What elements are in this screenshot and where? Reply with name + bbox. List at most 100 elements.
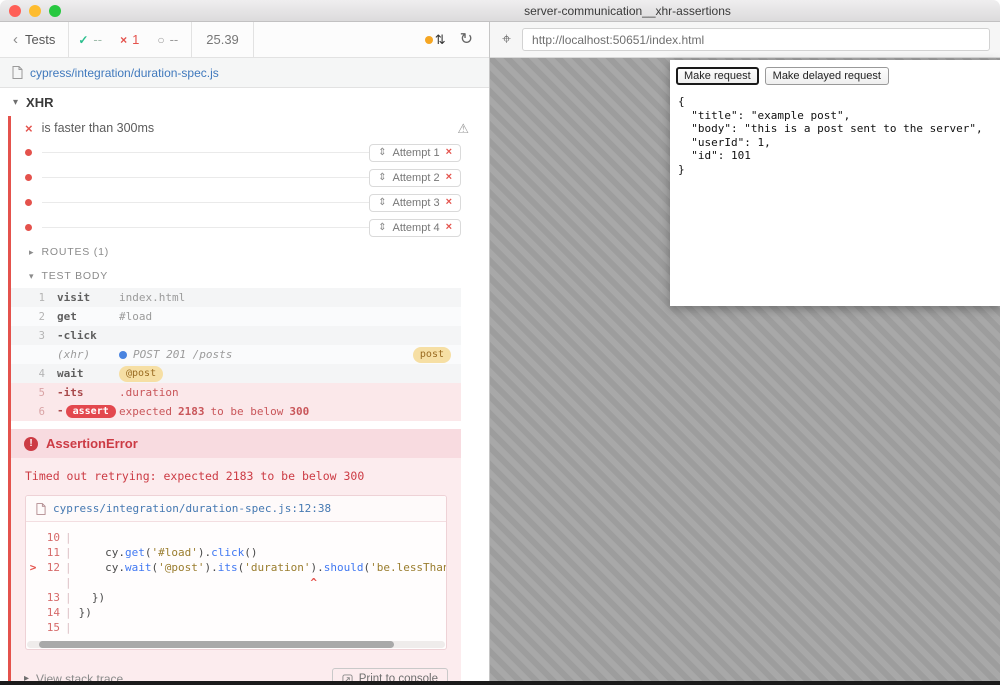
- command-assert[interactable]: 6 -assert expected 2183 to be below 300: [11, 402, 461, 421]
- attempt-row: ⇕ Attempt 3 ×: [11, 190, 461, 215]
- command-click[interactable]: 3 -click: [11, 326, 461, 345]
- view-stack-trace-toggle[interactable]: ▸ View stack trace: [24, 672, 123, 681]
- reporter-panel: ‹ Tests ✓ -- × 1 ○ -- 25.39: [0, 22, 490, 681]
- command-method: wait: [57, 367, 119, 380]
- assert-badge: assert: [66, 405, 116, 418]
- print-label: Print to console: [359, 673, 438, 681]
- command-method: (xhr): [57, 348, 119, 361]
- divider: [42, 152, 369, 153]
- command-number: 3: [11, 330, 57, 342]
- code-frame-header: cypress/integration/duration-spec.js:12:…: [26, 496, 446, 522]
- crosshair-icon: ⌖: [502, 31, 511, 48]
- file-icon: [36, 503, 46, 515]
- chevron-left-icon: ‹: [13, 32, 18, 47]
- command-method: get: [57, 310, 119, 323]
- command-its[interactable]: 5 -its .duration: [11, 383, 461, 402]
- collapse-icon: ⇕: [378, 223, 386, 233]
- warning-icon: ⚠: [457, 122, 469, 135]
- divider: [42, 202, 369, 203]
- spec-header: cypress/integration/duration-spec.js: [0, 58, 489, 88]
- failed-attempt-dot-icon: [25, 199, 32, 206]
- passed-count: --: [93, 32, 102, 47]
- attempt-1-toggle[interactable]: ⇕ Attempt 1 ×: [369, 144, 461, 162]
- make-delayed-request-button[interactable]: Make delayed request: [765, 67, 889, 85]
- command-wait[interactable]: 4 wait @post: [11, 364, 461, 383]
- routes-toggle[interactable]: ▸ ROUTES (1): [11, 240, 489, 264]
- collapse-icon: ⇕: [378, 198, 386, 208]
- selector-playground-button[interactable]: ⌖: [500, 32, 513, 48]
- failed-attempt-dot-icon: [25, 224, 32, 231]
- command-message: .duration: [119, 386, 179, 399]
- minimize-window-button[interactable]: [29, 5, 41, 17]
- attempt-4-toggle[interactable]: ⇕ Attempt 4 ×: [369, 219, 461, 237]
- up-down-arrows-icon: ⇅: [435, 33, 446, 46]
- attempt-3-toggle[interactable]: ⇕ Attempt 3 ×: [369, 194, 461, 212]
- suite-xhr-header[interactable]: ▾ XHR: [8, 88, 489, 116]
- url-input[interactable]: [522, 28, 990, 51]
- traffic-lights: [9, 5, 61, 17]
- stat-failed: × 1: [111, 32, 148, 47]
- command-xhr[interactable]: (xhr) POST 201 /posts post: [11, 345, 461, 364]
- caret-right-icon: ▸: [29, 248, 34, 257]
- attempt-row: ⇕ Attempt 1 ×: [11, 140, 461, 165]
- command-method: -its: [57, 386, 119, 399]
- test-title-row[interactable]: × is faster than 300ms ⚠: [11, 116, 489, 140]
- command-number: 2: [11, 311, 57, 323]
- command-visit[interactable]: 1 visit index.html: [11, 288, 461, 307]
- command-method: -click: [57, 329, 119, 342]
- app-under-test: Make request Make delayed request { "tit…: [670, 60, 1000, 306]
- pending-count: --: [170, 32, 179, 47]
- attempt-2-toggle[interactable]: ⇕ Attempt 2 ×: [369, 169, 461, 187]
- command-message: #load: [119, 310, 152, 323]
- app-window: server-communication__xhr-assertions ‹ T…: [0, 0, 1000, 685]
- divider: [42, 227, 369, 228]
- back-to-tests-button[interactable]: ‹ Tests: [0, 22, 68, 57]
- aut-panel: ⌖ Make request Make delayed request { "t…: [490, 22, 1000, 681]
- restart-tests-button[interactable]: ↻: [460, 32, 473, 48]
- spec-file-link[interactable]: cypress/integration/duration-spec.js: [30, 66, 219, 80]
- error-message: Timed out retrying: expected 2183 to be …: [11, 458, 461, 485]
- attempt-label: Attempt 3: [392, 197, 439, 209]
- aut-viewport-area: Make request Make delayed request { "tit…: [490, 58, 1000, 681]
- command-message: index.html: [119, 291, 185, 304]
- zoom-window-button[interactable]: [49, 5, 61, 17]
- fail-x-icon: ×: [25, 122, 33, 135]
- code-frame: cypress/integration/duration-spec.js:12:…: [25, 495, 447, 650]
- refresh-icon: ↻: [460, 31, 473, 48]
- scrollbar-thumb[interactable]: [39, 641, 394, 648]
- aut-button-row: Make request Make delayed request: [676, 67, 994, 85]
- reporter-toolbar: ‹ Tests ✓ -- × 1 ○ -- 25.39: [0, 22, 489, 58]
- command-number: 6: [11, 406, 57, 418]
- command-message: expected 2183 to be below 300: [119, 405, 461, 418]
- x-icon: ×: [120, 34, 127, 46]
- print-icon: [342, 674, 353, 682]
- horizontal-scrollbar[interactable]: [27, 641, 445, 648]
- command-get[interactable]: 2 get #load: [11, 307, 461, 326]
- caret-down-icon: ▾: [29, 272, 34, 281]
- error-header: ! AssertionError: [11, 429, 461, 458]
- stat-pending: ○ --: [148, 32, 187, 47]
- caret-down-icon: ▾: [13, 98, 18, 108]
- auto-scroll-toggle[interactable]: ⇅: [425, 33, 446, 46]
- stat-passed: ✓ --: [69, 32, 111, 47]
- make-request-button[interactable]: Make request: [676, 67, 759, 85]
- failed-attempt-dot-icon: [25, 149, 32, 156]
- main-area: ‹ Tests ✓ -- × 1 ○ -- 25.39: [0, 22, 1000, 681]
- fail-x-icon: ×: [446, 197, 452, 208]
- code-frame-lines: 10|11| cy.get('#load').click()>12| cy.wa…: [26, 522, 446, 637]
- file-icon: [12, 66, 23, 79]
- xhr-dot-icon: [119, 351, 127, 359]
- print-to-console-button[interactable]: Print to console: [332, 668, 448, 681]
- stack-trace-label: View stack trace: [36, 672, 123, 681]
- fail-x-icon: ×: [446, 147, 452, 158]
- circle-icon: ○: [157, 34, 164, 46]
- test-body-label: TEST BODY: [42, 270, 109, 282]
- route-badge: post: [413, 347, 451, 363]
- code-frame-file-link[interactable]: cypress/integration/duration-spec.js:12:…: [53, 502, 331, 515]
- error-name: AssertionError: [46, 436, 138, 451]
- attempt-label: Attempt 4: [392, 222, 439, 234]
- command-number: 1: [11, 292, 57, 304]
- orange-dot-icon: [425, 36, 433, 44]
- close-window-button[interactable]: [9, 5, 21, 17]
- test-body-toggle[interactable]: ▾ TEST BODY: [11, 264, 489, 288]
